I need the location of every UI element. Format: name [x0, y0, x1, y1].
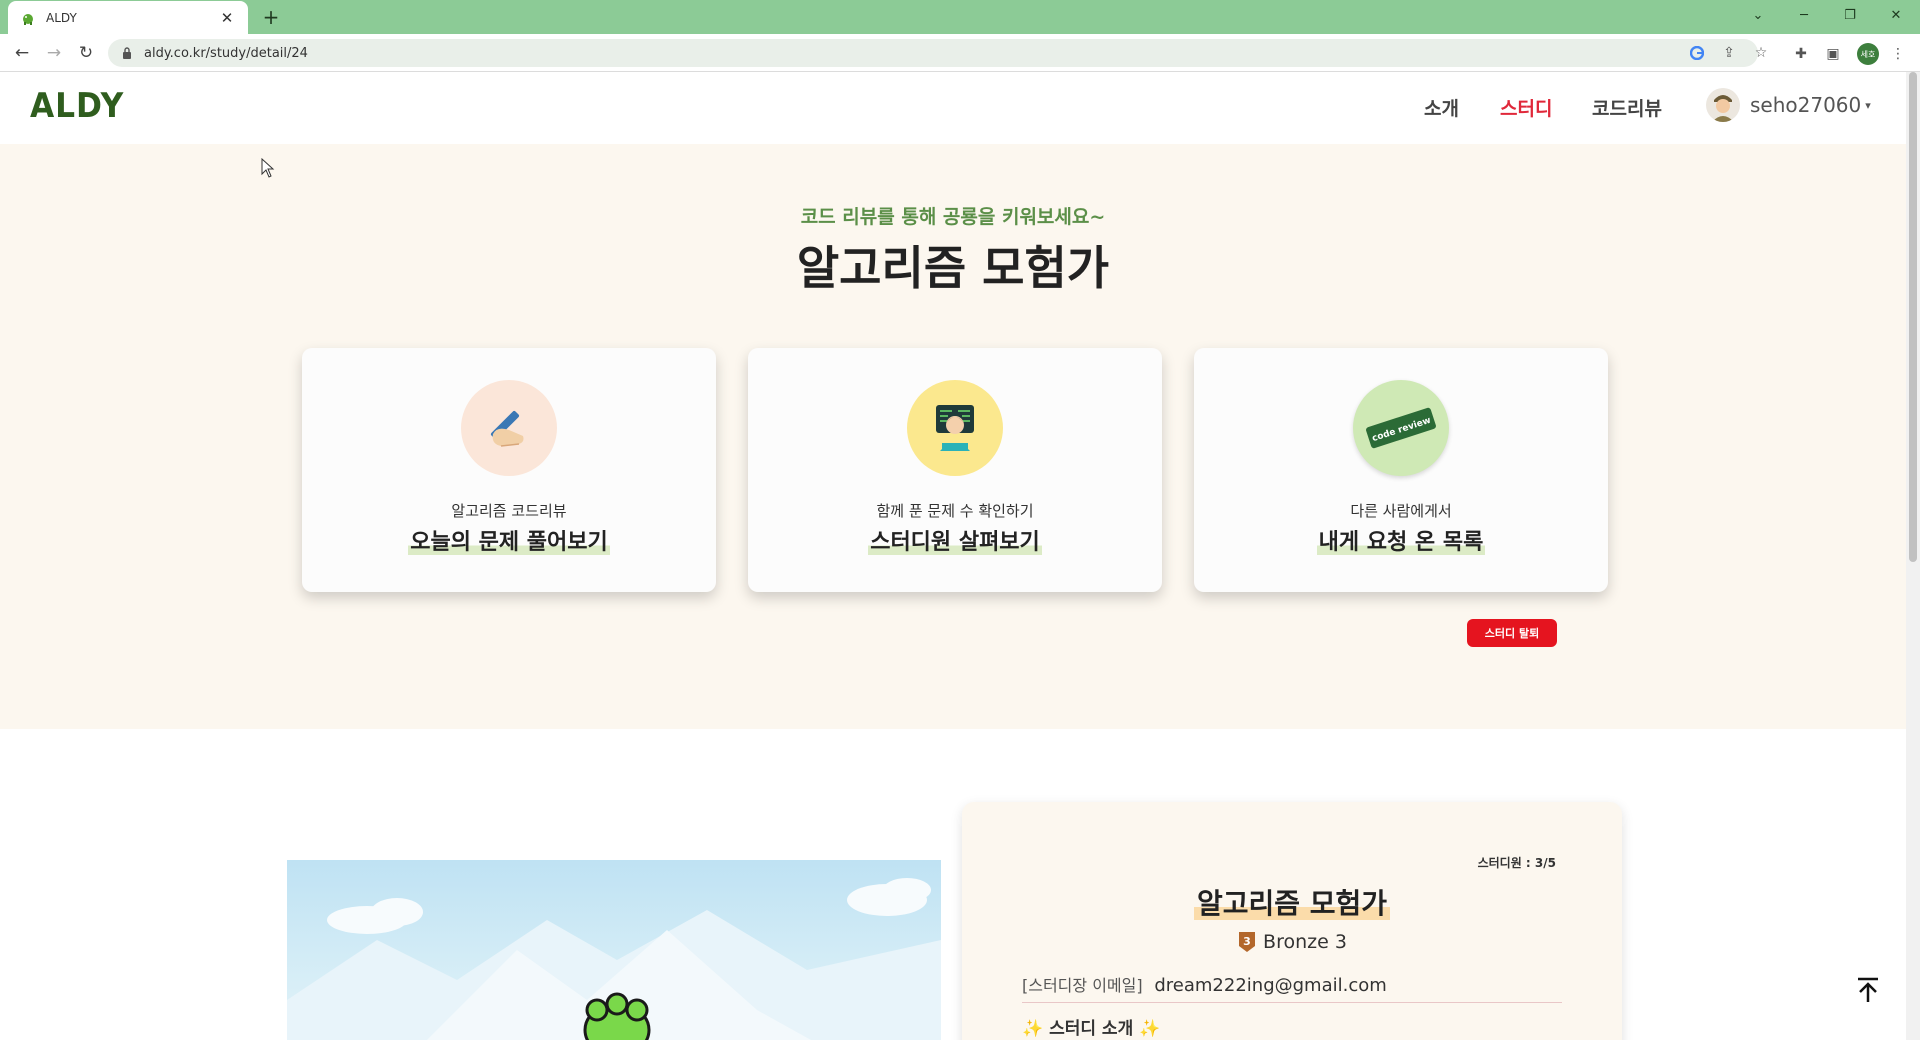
- username: seho27060: [1750, 93, 1862, 117]
- card-subtext: 알고리즘 코드리뷰: [451, 502, 567, 520]
- page-scrollbar[interactable]: [1906, 72, 1920, 1040]
- forward-icon[interactable]: →: [42, 42, 66, 64]
- email-label: [스터디장 이메일]: [1022, 976, 1143, 995]
- quit-study-button[interactable]: 스터디 탈퇴: [1467, 619, 1557, 647]
- study-title: 알고리즘 모험가: [962, 882, 1622, 922]
- google-icon[interactable]: [1688, 44, 1706, 62]
- page-title: 알고리즘 모험가: [796, 241, 1110, 295]
- bronze-tier-icon: 3: [1239, 932, 1256, 952]
- site-logo[interactable]: ALDY: [30, 86, 124, 126]
- url-text: aldy.co.kr/study/detail/24: [144, 45, 308, 61]
- card-review-requests[interactable]: code review 다른 사람에게서 내게 요청 온 목록: [1194, 348, 1608, 592]
- tab-title: ALDY: [46, 10, 77, 25]
- card-subtext: 함께 푼 문제 수 확인하기: [876, 502, 1034, 520]
- leader-email-row: [스터디장 이메일] dream222ing@gmail.com: [1022, 972, 1562, 1003]
- browser-toolbar: ← → ↻ aldy.co.kr/study/detail/24 ⇪ ☆ ✚ ▣…: [0, 34, 1920, 72]
- tab-search-icon[interactable]: ⌄: [1736, 0, 1780, 30]
- study-intro-heading: ✨ 스터디 소개 ✨: [1022, 1019, 1161, 1039]
- back-icon[interactable]: ←: [10, 42, 34, 64]
- restore-icon[interactable]: ❐: [1828, 0, 1872, 30]
- reload-icon[interactable]: ↻: [74, 42, 98, 64]
- profile-avatar[interactable]: 세호: [1857, 43, 1879, 65]
- study-info-card: 스터디원 : 3/5 알고리즘 모험가 3 Bronze 3 [스터디장 이메일…: [962, 802, 1622, 1040]
- svg-text:3: 3: [1243, 935, 1251, 948]
- browser-tab-bar: ALDY ✕ + ⌄ ─ ❐ ✕: [0, 0, 1920, 34]
- tier-label: Bronze 3: [1263, 931, 1347, 953]
- card-heading: 내게 요청 온 목록: [1316, 530, 1486, 555]
- chevron-down-icon: ▾: [1865, 98, 1871, 112]
- card-study-members[interactable]: 함께 푼 문제 수 확인하기 스터디원 살펴보기: [748, 348, 1162, 592]
- hero-subtitle: 코드 리뷰를 통해 공룡을 키워보세요~: [800, 206, 1106, 228]
- nav-about[interactable]: 소개: [1424, 94, 1459, 121]
- side-panel-icon[interactable]: ▣: [1823, 44, 1843, 64]
- card-solve-today[interactable]: 알고리즘 코드리뷰 오늘의 문제 풀어보기: [302, 348, 716, 592]
- user-menu[interactable]: seho27060 ▾: [1706, 88, 1871, 122]
- developer-icon: [907, 380, 1003, 476]
- new-tab-button[interactable]: +: [258, 4, 284, 30]
- tab-close-icon[interactable]: ✕: [218, 9, 236, 27]
- menu-icon[interactable]: ⋮: [1888, 44, 1908, 64]
- dinosaur-favicon-icon: [20, 10, 36, 26]
- scrollbar-thumb[interactable]: [1909, 72, 1917, 562]
- scroll-to-top-icon[interactable]: [1852, 972, 1884, 1008]
- study-image: [287, 860, 941, 1040]
- leader-email: dream222ing@gmail.com: [1154, 975, 1387, 996]
- nav-study[interactable]: 스터디: [1500, 94, 1552, 121]
- lock-icon: [122, 46, 136, 60]
- page-content: ALDY 소개 스터디 코드리뷰 seho27060 ▾ 코드 리뷰를 통해 공…: [0, 72, 1906, 1040]
- browser-tab[interactable]: ALDY ✕: [8, 1, 248, 34]
- site-header: ALDY 소개 스터디 코드리뷰 seho27060 ▾: [0, 72, 1906, 144]
- card-subtext: 다른 사람에게서: [1350, 502, 1452, 520]
- card-heading: 오늘의 문제 풀어보기: [408, 530, 610, 555]
- avatar: [1706, 88, 1740, 122]
- card-heading: 스터디원 살펴보기: [868, 530, 1042, 555]
- address-bar[interactable]: aldy.co.kr/study/detail/24: [108, 39, 1758, 67]
- writing-hand-icon: [461, 380, 557, 476]
- window-close-icon[interactable]: ✕: [1874, 0, 1918, 30]
- minimize-icon[interactable]: ─: [1782, 0, 1826, 30]
- share-icon[interactable]: ⇪: [1720, 44, 1738, 62]
- study-tier: 3 Bronze 3: [962, 930, 1622, 954]
- member-count: 스터디원 : 3/5: [1477, 856, 1556, 870]
- bookmark-star-icon[interactable]: ☆: [1752, 44, 1770, 62]
- mouse-cursor-icon: [261, 157, 275, 182]
- extensions-icon[interactable]: ✚: [1791, 44, 1811, 64]
- nav-code-review[interactable]: 코드리뷰: [1592, 94, 1662, 121]
- code-review-icon: code review: [1353, 380, 1449, 476]
